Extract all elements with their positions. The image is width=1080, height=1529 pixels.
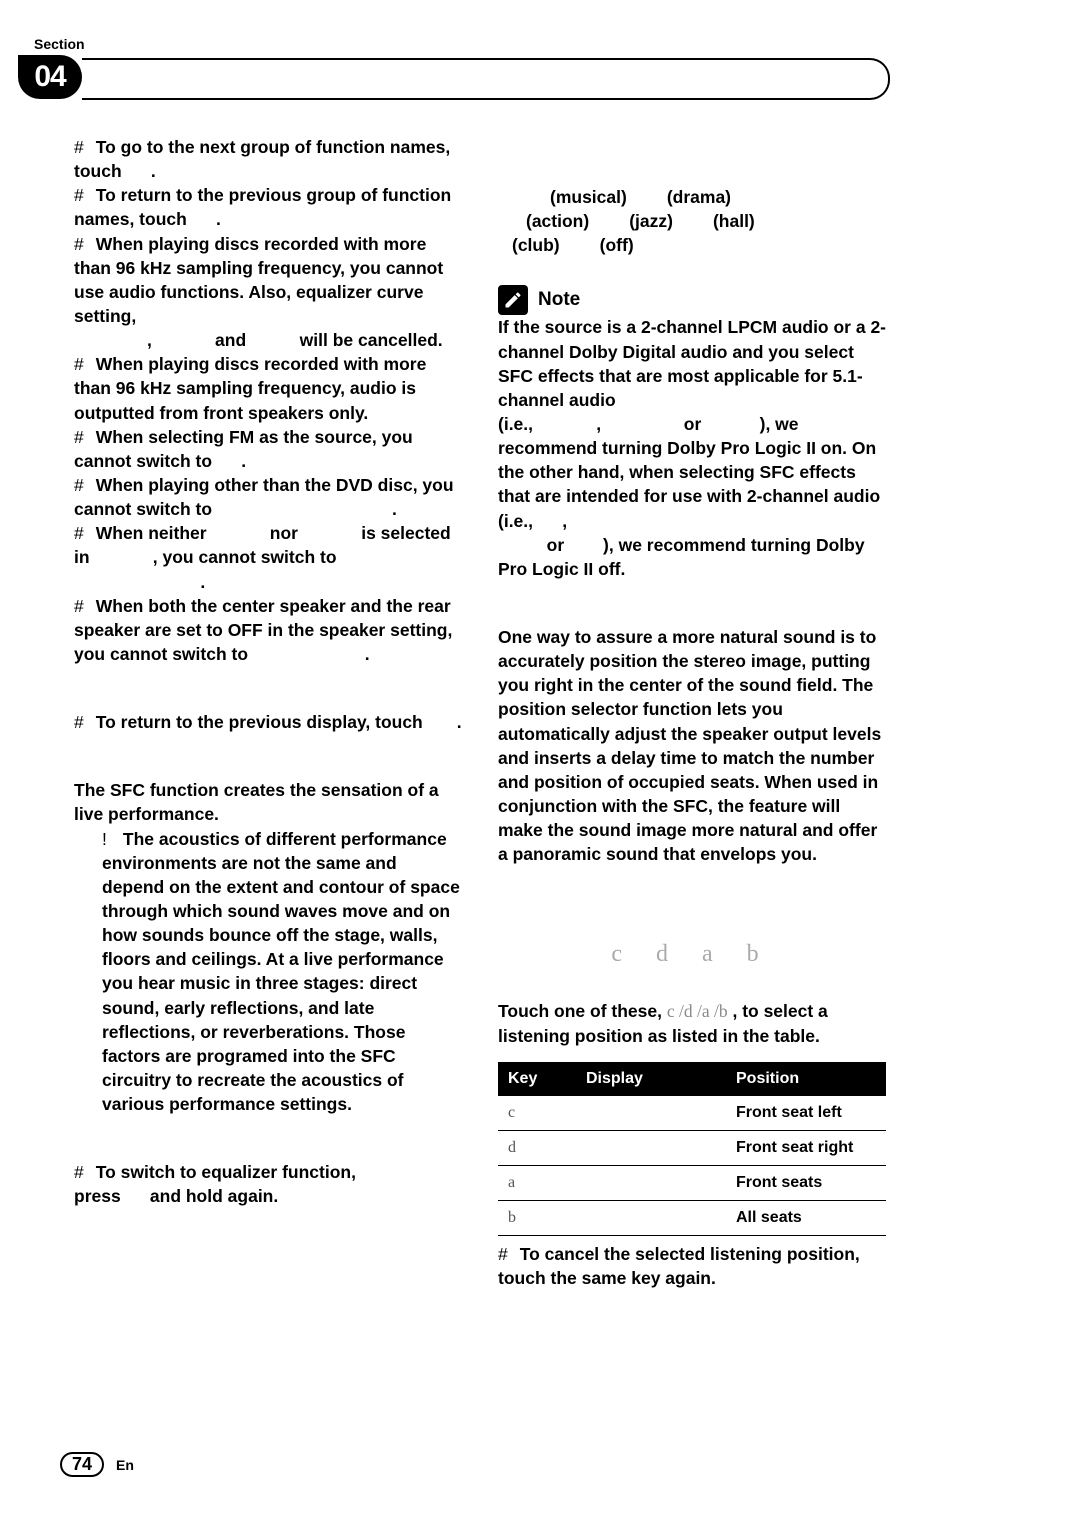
note-96khz-audio: When playing discs recorded with more th… bbox=[74, 232, 462, 353]
lang-label: En bbox=[116, 1457, 134, 1473]
table-header-row: Key Display Position bbox=[498, 1062, 886, 1096]
note-neither-nor: When neither nor is selected in , you ca… bbox=[74, 521, 462, 593]
note-non-dvd: When playing other than the DVD disc, yo… bbox=[74, 473, 462, 521]
content-columns: To go to the next group of function name… bbox=[74, 135, 886, 1419]
note-prev-group: To return to the previous group of funct… bbox=[74, 183, 462, 231]
sfc-mode-list: (musical) (drama) bbox=[498, 185, 886, 209]
section-label: Section bbox=[34, 36, 85, 52]
note-heading: Note bbox=[498, 285, 886, 315]
page-number: 74 bbox=[60, 1452, 104, 1477]
pencil-icon bbox=[498, 285, 528, 315]
table-row: a Front seats bbox=[498, 1166, 886, 1201]
note-speakers-off: When both the center speaker and the rea… bbox=[74, 594, 462, 666]
note-eq-switch: To switch to equalizer function, press a… bbox=[74, 1160, 462, 1208]
section-number-badge: 04 bbox=[18, 55, 82, 99]
mode-action: (action) bbox=[526, 209, 589, 233]
mode-club: (club) bbox=[512, 233, 560, 257]
mode-jazz: (jazz) bbox=[629, 209, 673, 233]
mode-drama: (drama) bbox=[667, 185, 731, 209]
note-body: If the source is a 2-channel LPCM audio … bbox=[498, 315, 886, 581]
mode-hall: (hall) bbox=[713, 209, 755, 233]
note-fm-source: When selecting FM as the source, you can… bbox=[74, 425, 462, 473]
left-column: To go to the next group of function name… bbox=[74, 135, 462, 1419]
table-row: c Front seat left bbox=[498, 1096, 886, 1131]
th-display: Display bbox=[576, 1062, 726, 1096]
note-label: Note bbox=[538, 287, 580, 313]
cdab-hint: c d a b bbox=[498, 938, 886, 971]
mode-musical: (musical) bbox=[550, 185, 627, 209]
position-table: Key Display Position c Front seat left d… bbox=[498, 1062, 886, 1236]
note-return-prev: To return to the previous display, touch… bbox=[74, 710, 462, 734]
position-paragraph: One way to assure a more natural sound i… bbox=[498, 625, 886, 866]
note-96khz-front: When playing discs recorded with more th… bbox=[74, 352, 462, 424]
page-footer: 74 En bbox=[60, 1452, 134, 1477]
sfc-acoustics: The acoustics of different performance e… bbox=[74, 827, 462, 1117]
note-cancel-position: To cancel the selected listening positio… bbox=[498, 1242, 886, 1290]
table-row: d Front seat right bbox=[498, 1130, 886, 1165]
table-row: b All seats bbox=[498, 1201, 886, 1236]
right-column: (musical) (drama) (action) (jazz) (hall)… bbox=[498, 135, 886, 1419]
note-next-group: To go to the next group of function name… bbox=[74, 135, 462, 183]
mode-off: (off) bbox=[600, 233, 634, 257]
header-rule bbox=[82, 58, 890, 100]
touch-instruction: Touch one of these, c /d /a /b , to sele… bbox=[498, 999, 886, 1047]
sfc-intro: The SFC function creates the sensation o… bbox=[74, 778, 462, 826]
th-position: Position bbox=[726, 1062, 886, 1096]
th-key: Key bbox=[498, 1062, 576, 1096]
